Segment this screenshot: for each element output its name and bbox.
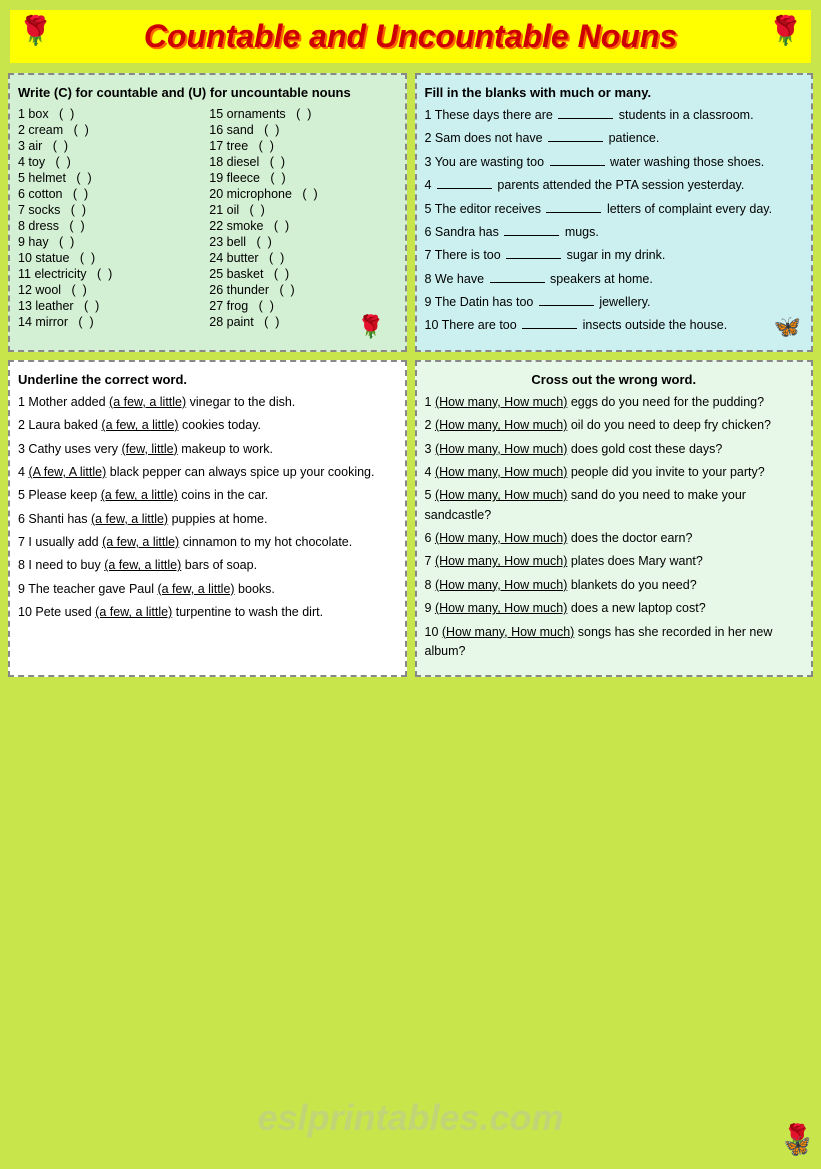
sentence: 3 Cathy uses very (few, little) makeup t… (18, 440, 397, 459)
sentence: 2 Sam does not have patience. (425, 129, 804, 148)
list-item: 25 basket ( ) (209, 266, 396, 282)
list-item: 12 wool ( ) (18, 282, 205, 298)
list-item: 18 diesel ( ) (209, 154, 396, 170)
section-countable: Write (C) for countable and (U) for unco… (8, 73, 407, 352)
list-item: 10 statue ( ) (18, 250, 205, 266)
title-bar: 🌹 Countable and Uncountable Nouns 🌹 (8, 8, 813, 65)
sentence: 6 Sandra has mugs. (425, 223, 804, 242)
list-item: 19 fleece ( ) (209, 170, 396, 186)
list-item: 16 sand ( ) (209, 122, 396, 138)
section-crossout: Cross out the wrong word. 1 (How many, H… (415, 360, 814, 678)
sentence: 7 (How many, How much) plates does Mary … (425, 552, 804, 571)
bottom-grid: Underline the correct word. 1 Mother add… (8, 360, 813, 678)
sentence: 8 I need to buy (a few, a little) bars o… (18, 556, 397, 575)
sentence: 10 Pete used (a few, a little) turpentin… (18, 603, 397, 622)
sentence: 8 We have speakers at home. (425, 270, 804, 289)
sentence: 1 (How many, How much) eggs do you need … (425, 393, 804, 412)
section2-sentences: 1 These days there are students in a cla… (425, 106, 804, 336)
col2: 15 ornaments ( ) 16 sand ( ) 17 tree ( )… (209, 106, 396, 330)
list-item: 15 ornaments ( ) (209, 106, 396, 122)
section-much-many: Fill in the blanks with much or many. 1 … (415, 73, 814, 352)
butterfly3-icon: 🦋 (784, 1133, 811, 1159)
sentence: 6 Shanti has (a few, a little) puppies a… (18, 510, 397, 529)
list-item: 4 toy ( ) (18, 154, 205, 170)
section4-sentences: 1 (How many, How much) eggs do you need … (425, 393, 804, 662)
sentence: 1 These days there are students in a cla… (425, 106, 804, 125)
rose-left-icon: 🌹 (18, 14, 53, 47)
sentence: 7 There is too sugar in my drink. (425, 246, 804, 265)
list-item: 17 tree ( ) (209, 138, 396, 154)
list-item: 2 cream ( ) (18, 122, 205, 138)
sentence: 4 (A few, A little) black pepper can alw… (18, 463, 397, 482)
section4-instruction: Cross out the wrong word. (425, 372, 804, 387)
list-item: 8 dress ( ) (18, 218, 205, 234)
sentence: 4 parents attended the PTA session yeste… (425, 176, 804, 195)
sentence: 5 (How many, How much) sand do you need … (425, 486, 804, 525)
list-item: 13 leather ( ) (18, 298, 205, 314)
sentence: 3 You are wasting too water washing thos… (425, 153, 804, 172)
list-item: 26 thunder ( ) (209, 282, 396, 298)
list-item: 20 microphone ( ) (209, 186, 396, 202)
list-item: 3 air ( ) (18, 138, 205, 154)
sentence: 4 (How many, How much) people did you in… (425, 463, 804, 482)
list-item: 23 bell ( ) (209, 234, 396, 250)
section3-instruction: Underline the correct word. (18, 372, 397, 387)
section3-sentences: 1 Mother added (a few, a little) vinegar… (18, 393, 397, 623)
sentence: 3 (How many, How much) does gold cost th… (425, 440, 804, 459)
sentence: 8 (How many, How much) blankets do you n… (425, 576, 804, 595)
list-item: 9 hay ( ) (18, 234, 205, 250)
rose-right-icon: 🌹 (768, 14, 803, 47)
page-title: Countable and Uncountable Nouns (144, 18, 677, 54)
sentence: 10 (How many, How much) songs has she re… (425, 623, 804, 662)
butterfly-icon: 🌹 (357, 314, 384, 340)
list-item: 24 butter ( ) (209, 250, 396, 266)
nouns-list: 1 box ( ) 2 cream ( ) 3 air ( ) 4 toy ( … (18, 106, 397, 330)
list-item: 1 box ( ) (18, 106, 205, 122)
list-item: 6 cotton ( ) (18, 186, 205, 202)
top-grid: Write (C) for countable and (U) for unco… (8, 73, 813, 352)
section-underline: Underline the correct word. 1 Mother add… (8, 360, 407, 678)
sentence: 5 Please keep (a few, a little) coins in… (18, 486, 397, 505)
list-item: 11 electricity ( ) (18, 266, 205, 282)
sentence: 6 (How many, How much) does the doctor e… (425, 529, 804, 548)
list-item: 7 socks ( ) (18, 202, 205, 218)
sentence: 5 The editor receives letters of complai… (425, 200, 804, 219)
section1-instruction: Write (C) for countable and (U) for unco… (18, 85, 397, 100)
list-item: 14 mirror ( ) (18, 314, 205, 330)
butterfly2-icon: 🦋 (774, 314, 801, 340)
sentence: 9 The Datin has too jewellery. (425, 293, 804, 312)
sentence: 1 Mother added (a few, a little) vinegar… (18, 393, 397, 412)
list-item: 27 frog ( ) (209, 298, 396, 314)
list-item: 22 smoke ( ) (209, 218, 396, 234)
page-wrapper: 🌹 Countable and Uncountable Nouns 🌹 Writ… (0, 0, 821, 1169)
list-item: 21 oil ( ) (209, 202, 396, 218)
sentence: 10 There are too insects outside the hou… (425, 316, 804, 335)
sentence: 2 (How many, How much) oil do you need t… (425, 416, 804, 435)
section2-instruction: Fill in the blanks with much or many. (425, 85, 804, 100)
sentence: 9 (How many, How much) does a new laptop… (425, 599, 804, 618)
sentence: 9 The teacher gave Paul (a few, a little… (18, 580, 397, 599)
list-item: 5 helmet ( ) (18, 170, 205, 186)
watermark: eslprintables.com (257, 1097, 563, 1139)
sentence: 2 Laura baked (a few, a little) cookies … (18, 416, 397, 435)
col1: 1 box ( ) 2 cream ( ) 3 air ( ) 4 toy ( … (18, 106, 205, 330)
sentence: 7 I usually add (a few, a little) cinnam… (18, 533, 397, 552)
